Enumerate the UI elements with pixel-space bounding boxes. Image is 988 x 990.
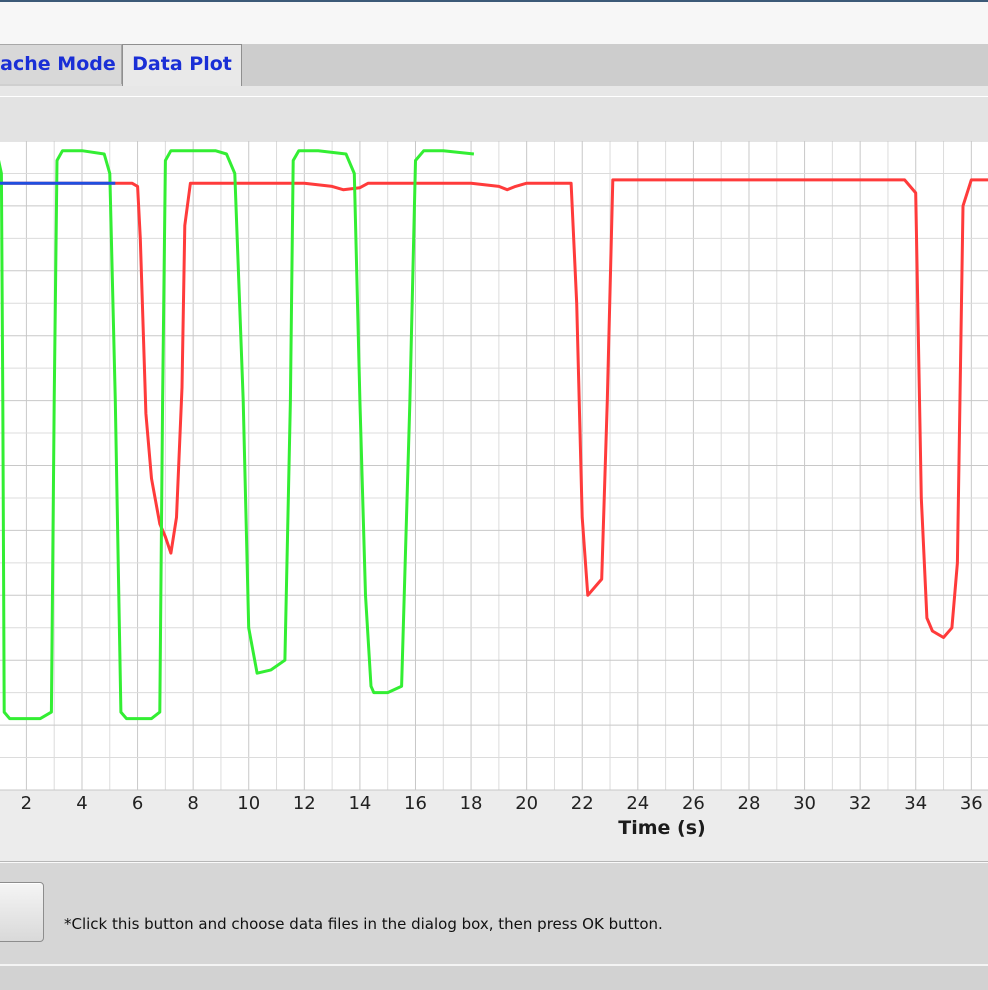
x-tick-label: 22 (571, 793, 594, 814)
x-tick-label: 4 (76, 793, 87, 814)
x-tick-label: 12 (293, 793, 316, 814)
plot-frame: 2 4 6 8 10 12 14 16 18 20 22 24 26 28 30 32 34 36 Time (s… (0, 141, 988, 862)
data-plot-panel: 2 4 6 8 10 12 14 16 18 20 22 24 26 28 30 32 34 36 Time (s… (0, 86, 988, 990)
load-data-files-button[interactable] (0, 882, 44, 942)
x-tick-labels: 2 4 6 8 10 12 14 16 18 20 22 24 26 28 30 32 34 36 (21, 793, 983, 814)
x-axis-title: Time (s) (618, 817, 705, 839)
x-tick-label: 24 (626, 793, 649, 814)
x-tick-label: 18 (460, 793, 483, 814)
instruction-text: *Click this button and choose data files… (64, 915, 663, 933)
x-tick-label: 26 (682, 793, 705, 814)
x-tick-label: 32 (849, 793, 872, 814)
tab-bar-empty (242, 44, 988, 86)
x-tick-label: 2 (21, 793, 32, 814)
window-header-strip (0, 2, 988, 44)
x-tick-label: 36 (960, 793, 983, 814)
x-tick-label: 30 (793, 793, 816, 814)
status-bar (0, 964, 988, 990)
x-tick-label: 6 (132, 793, 143, 814)
x-tick-label: 8 (187, 793, 198, 814)
bottom-control-panel: *Click this button and choose data files… (0, 862, 988, 967)
line-chart[interactable]: 2 4 6 8 10 12 14 16 18 20 22 24 26 28 30 32 34 36 Time (s… (0, 141, 988, 861)
tab-bar: Cache Mode Data Plot (0, 44, 988, 87)
x-tick-label: 28 (738, 793, 761, 814)
x-tick-label: 16 (404, 793, 427, 814)
plot-toolbar-strip (0, 96, 988, 142)
x-tick-label: 20 (515, 793, 538, 814)
x-tick-label: 10 (237, 793, 260, 814)
grid-lines (0, 141, 988, 791)
tab-data-plot[interactable]: Data Plot (122, 44, 242, 86)
x-tick-label: 34 (904, 793, 927, 814)
tab-cache-mode[interactable]: Cache Mode (0, 44, 122, 84)
x-tick-label: 14 (348, 793, 371, 814)
